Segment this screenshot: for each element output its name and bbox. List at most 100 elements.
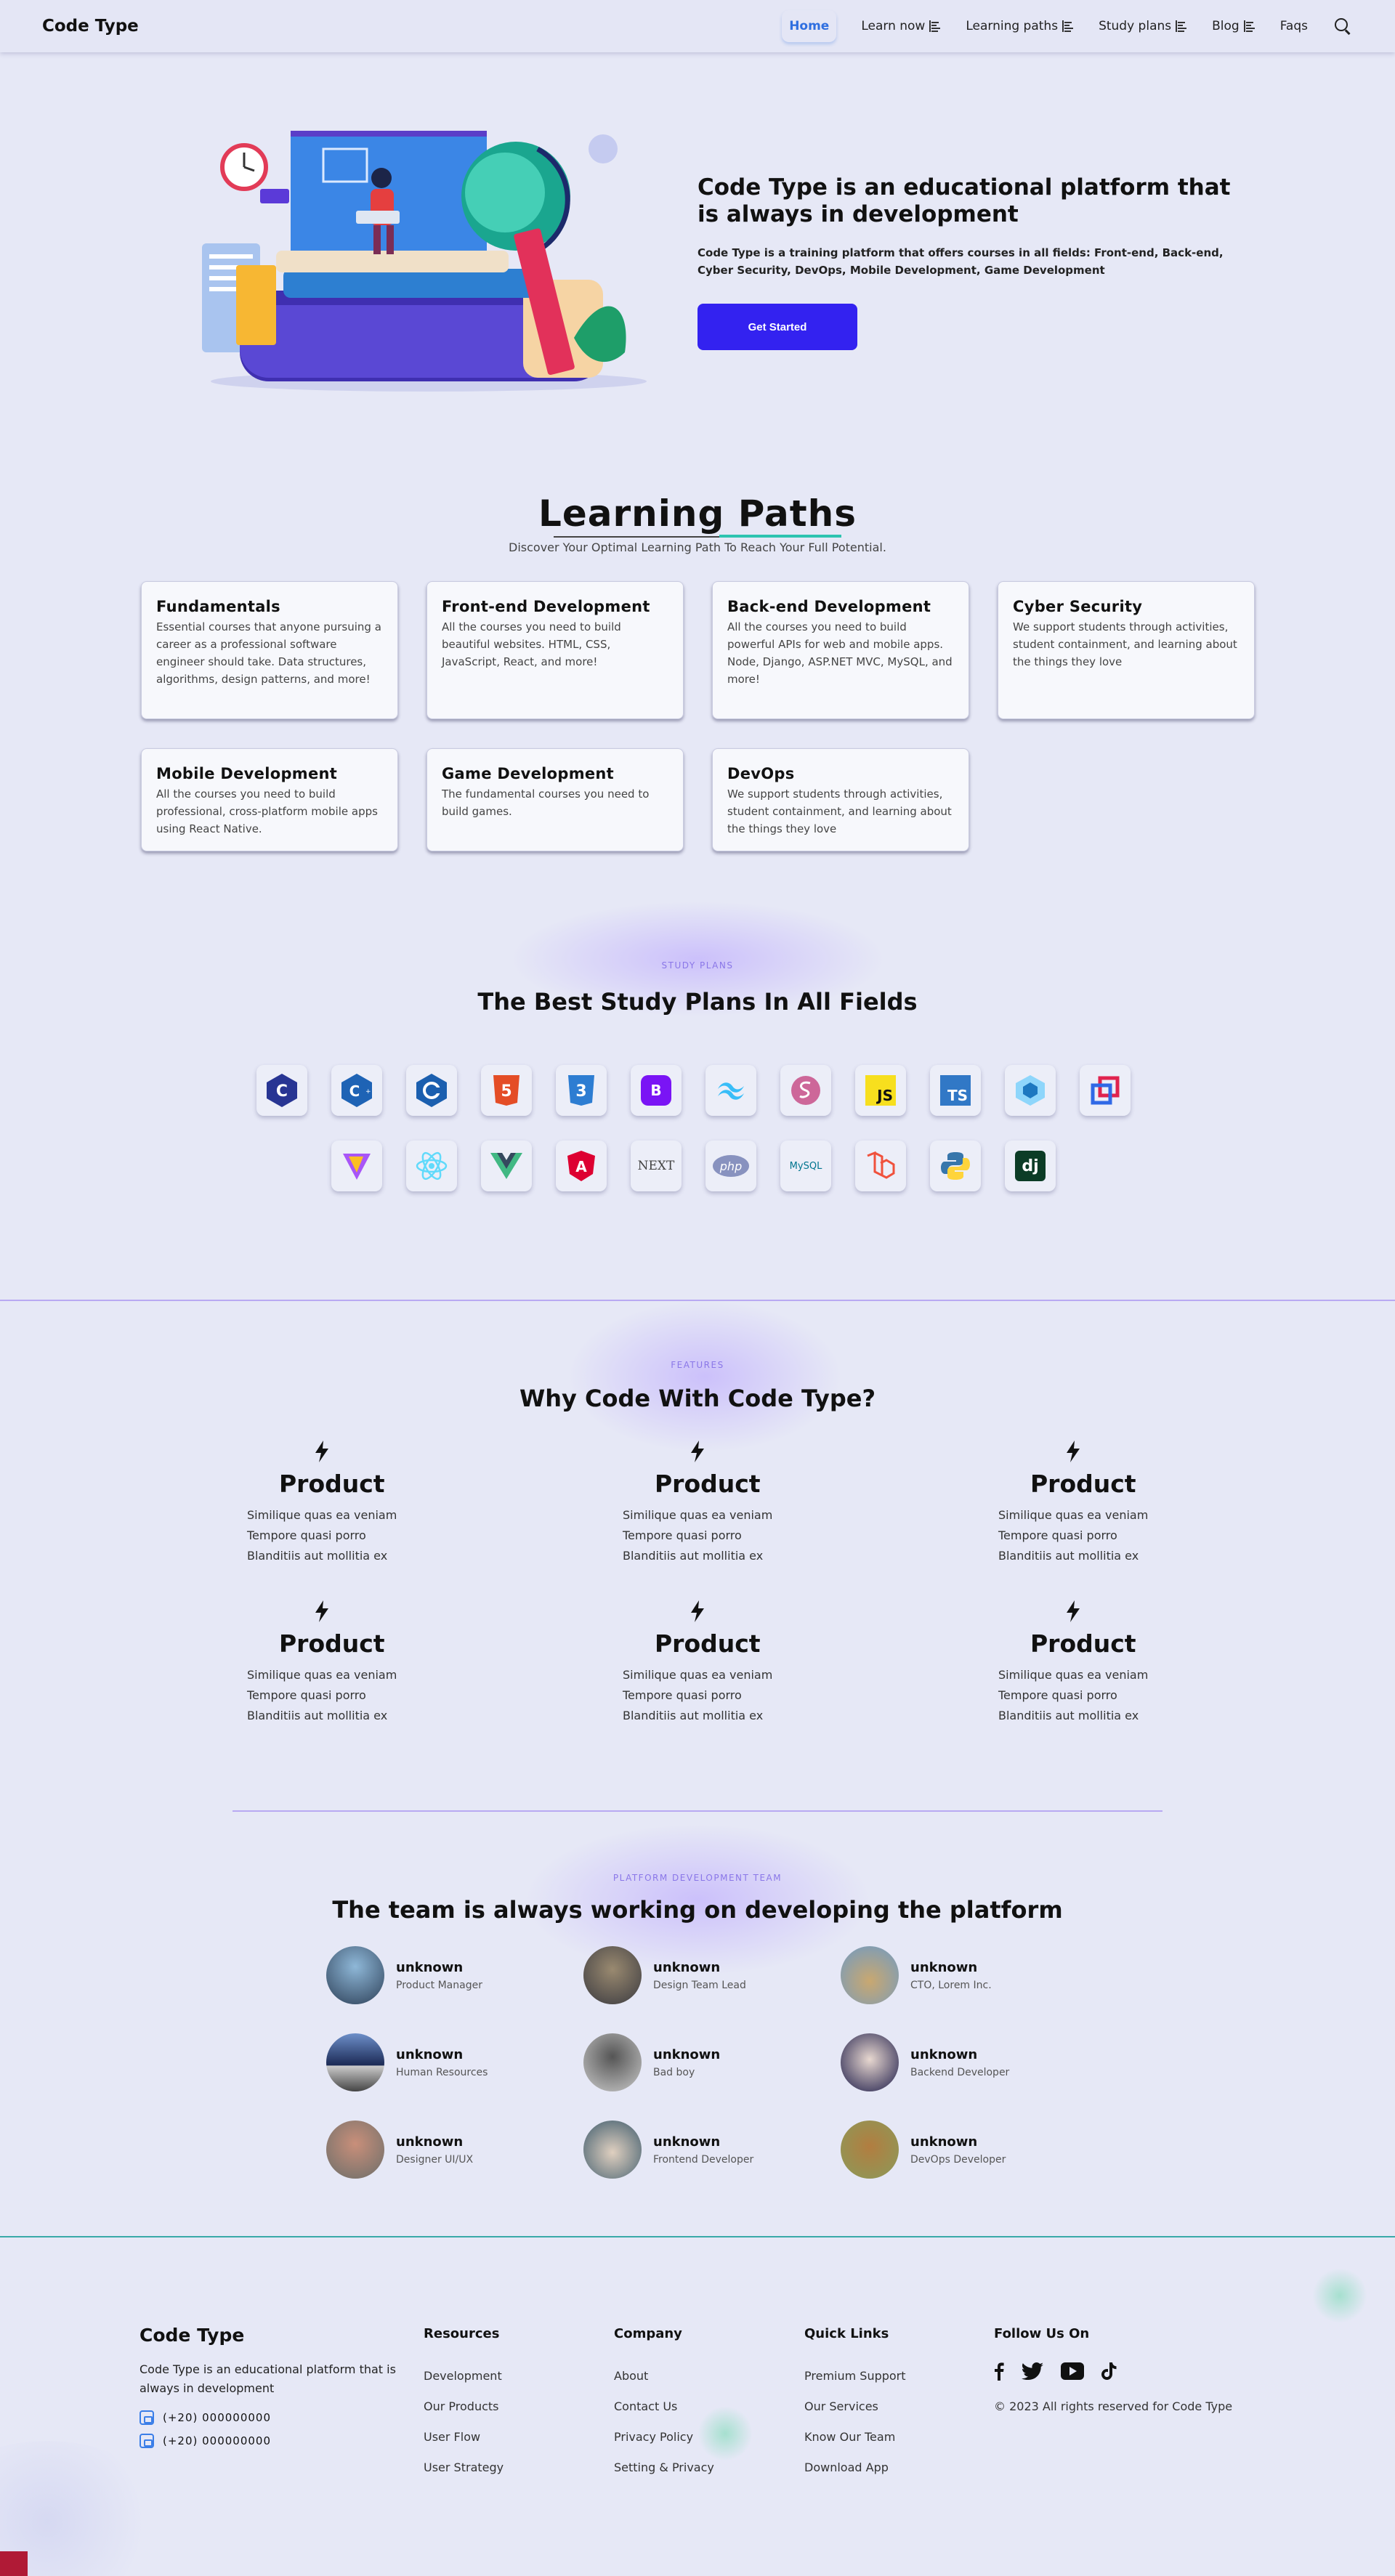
member-name: unknown [653,2134,721,2150]
footer-link[interactable]: Development [424,2369,504,2383]
phone-number[interactable]: (+20) 000000000 [163,2434,271,2447]
team-member[interactable]: unknown Human Resources [326,2033,559,2091]
team-member[interactable]: unknown Frontend Developer [583,2121,816,2179]
site-logo[interactable]: Code Type [42,17,139,36]
team-member[interactable]: unknown Bad boy [583,2033,816,2091]
avatar [841,2121,899,2179]
webpack-icon[interactable] [1005,1065,1056,1116]
team-member[interactable]: unknown Designer UI/UX [326,2121,559,2179]
nav-learning-paths[interactable]: Learning paths [966,19,1074,33]
typescript-icon[interactable]: TS [930,1065,981,1116]
path-card-devops[interactable]: DevOps We support students through activ… [712,748,969,851]
feature-line: Blanditiis aut mollitia ex [247,1709,388,1722]
nav-blog[interactable]: Blog [1212,19,1256,33]
team-member[interactable]: unknown CTO, Lorem Inc. [841,1946,1073,2004]
html5-icon[interactable]: 5 [481,1065,532,1116]
c-icon[interactable]: C [256,1065,307,1116]
feature-line: Tempore quasi porro [247,1528,366,1542]
footer-link[interactable]: Contact Us [614,2399,714,2413]
feature-item: Product Similique quas ea veniam Tempore… [247,1600,487,1726]
footer-link[interactable]: Privacy Policy [614,2430,714,2444]
feature-line: Similique quas ea veniam [623,1668,773,1682]
path-card-backend[interactable]: Back-end Development All the courses you… [712,581,969,719]
cpp-icon[interactable]: C + [331,1065,382,1116]
path-card-fundamentals[interactable]: Fundamentals Essential courses that anyo… [141,581,398,719]
tiktok-icon[interactable] [1101,2362,1117,2380]
lightning-icon [1067,1441,1080,1462]
feature-line: Similique quas ea veniam [998,1508,1149,1522]
mysql-icon[interactable]: MySQL [780,1141,831,1191]
team-member[interactable]: unknown Product Manager [326,1946,559,2004]
footer-link[interactable]: Our Products [424,2399,504,2413]
search-icon[interactable] [1333,16,1353,36]
php-icon[interactable]: php [705,1141,756,1191]
nav-faqs[interactable]: Faqs [1280,19,1308,33]
redux-icon[interactable] [1080,1065,1131,1116]
nextjs-wordmark: NEXT [637,1159,675,1173]
python-icon[interactable] [930,1141,981,1191]
react-icon[interactable] [406,1141,457,1191]
feature-line: Similique quas ea veniam [247,1668,397,1682]
team-member[interactable]: unknown Design Team Lead [583,1946,816,2004]
team-member[interactable]: unknown DevOps Developer [841,2121,1073,2179]
bootstrap-icon[interactable]: B [631,1065,682,1116]
footer-link[interactable]: Download App [804,2460,906,2474]
get-started-button[interactable]: Get Started [698,304,857,351]
hero-title: Code Type is an educational platform tha… [698,174,1231,228]
footer-column-quick-links: Quick Links Premium Support Our Services… [804,2326,906,2491]
footer-link[interactable]: User Strategy [424,2460,504,2474]
member-name: unknown [653,2046,721,2062]
member-role: CTO, Lorem Inc. [910,1979,992,1991]
csharp-icon[interactable] [406,1065,457,1116]
footer-brand: Code Type Code Type is an educational pl… [140,2325,401,2449]
member-role: Backend Developer [910,2066,1010,2078]
vite-icon[interactable] [331,1141,382,1191]
tailwind-icon[interactable] [705,1065,756,1116]
facebook-icon[interactable] [994,2362,1004,2381]
footer-link[interactable]: Setting & Privacy [614,2460,714,2474]
nextjs-icon[interactable]: NEXT [631,1141,682,1191]
footer-link[interactable]: Our Services [804,2399,906,2413]
footer-follow: Follow Us On © 2023 All rights reserved … [994,2326,1232,2413]
footer-link[interactable]: Know Our Team [804,2430,906,2444]
phone-line: (+20) 000000000 [140,2410,401,2426]
path-card-cyber-security[interactable]: Cyber Security We support students throu… [998,581,1255,719]
footer-link[interactable]: User Flow [424,2430,504,2444]
javascript-icon[interactable]: JS [855,1065,906,1116]
team-member[interactable]: unknown Backend Developer [841,2033,1073,2091]
youtube-icon[interactable] [1061,2362,1084,2380]
laravel-icon[interactable] [855,1141,906,1191]
footer-logo[interactable]: Code Type [140,2325,401,2346]
site-header: Code Type Home Learn now Learning paths … [0,0,1395,52]
member-role: Bad boy [653,2066,695,2078]
avatar [583,2033,642,2091]
django-icon[interactable]: dj [1005,1141,1056,1191]
study-plans-tagline: STUDY PLANS [661,960,734,971]
path-card-game[interactable]: Game Development The fundamental courses… [426,748,684,851]
path-card-frontend[interactable]: Front-end Development All the courses yo… [426,581,684,719]
feature-line: Similique quas ea veniam [247,1508,397,1522]
section-divider [232,1810,1162,1812]
footer-link[interactable]: Premium Support [804,2369,906,2383]
css3-icon[interactable]: 3 [556,1065,607,1116]
feature-line: Similique quas ea veniam [998,1668,1149,1682]
nav-study-plans[interactable]: Study plans [1099,19,1187,33]
sass-icon[interactable] [780,1065,831,1116]
svg-text:C: C [276,1082,288,1101]
phone-number[interactable]: (+20) 000000000 [163,2411,271,2424]
menu-icon [929,20,941,32]
path-card-mobile[interactable]: Mobile Development All the courses you n… [141,748,398,851]
feature-title: Product [655,1470,761,1498]
footer-link[interactable]: About [614,2369,714,2383]
twitter-icon[interactable] [1022,2362,1043,2380]
nav-faqs-label: Faqs [1279,19,1308,33]
vue-icon[interactable] [481,1141,532,1191]
title-accent-underline [719,535,841,538]
corner-widget[interactable] [0,2551,28,2576]
nav-learn-now[interactable]: Learn now [861,19,941,33]
phone-line: (+20) 000000000 [140,2434,401,2449]
angular-icon[interactable]: A [556,1141,607,1191]
member-role: DevOps Developer [910,2153,1006,2166]
nav-home[interactable]: Home [782,10,836,42]
main-nav: Home Learn now Learning paths Study plan… [782,10,1353,42]
